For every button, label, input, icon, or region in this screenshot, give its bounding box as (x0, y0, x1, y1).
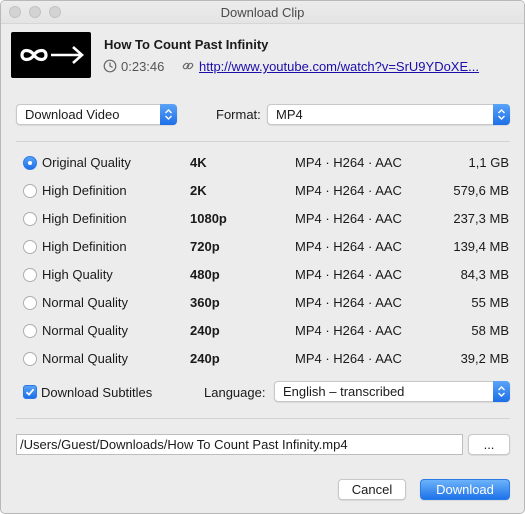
clip-title: How To Count Past Infinity (104, 37, 269, 52)
quality-size: 237,3 MB (453, 211, 509, 226)
quality-radio[interactable] (23, 212, 37, 226)
format-value: MP4 (276, 107, 303, 122)
quality-resolution: 480p (190, 267, 220, 282)
quality-resolution: 240p (190, 351, 220, 366)
quality-radio[interactable] (23, 268, 37, 282)
quality-size: 84,3 MB (460, 267, 509, 282)
download-mode-popup[interactable]: Download Video (16, 104, 177, 125)
download-button[interactable]: Download (420, 479, 510, 500)
quality-name: Normal Quality (42, 295, 128, 310)
download-subtitles-label[interactable]: Download Subtitles (41, 385, 152, 400)
quality-codec: MP4 · H264 · AAC (295, 239, 402, 254)
quality-codec: MP4 · H264 · AAC (295, 295, 402, 310)
quality-row[interactable]: Normal Quality 240p MP4 · H264 · AAC 58 … (1, 322, 524, 350)
quality-resolution: 2K (190, 183, 207, 198)
quality-resolution: 720p (190, 239, 220, 254)
separator (16, 141, 510, 142)
quality-radio[interactable] (23, 352, 37, 366)
save-path-value: /Users/Guest/Downloads/How To Count Past… (20, 437, 348, 452)
popup-arrows-icon (493, 104, 510, 125)
quality-codec: MP4 · H264 · AAC (295, 323, 402, 338)
quality-radio[interactable] (23, 296, 37, 310)
quality-codec: MP4 · H264 · AAC (295, 267, 402, 282)
popup-arrows-icon (160, 104, 177, 125)
infinity-arrow-icon (20, 46, 84, 64)
clip-duration: 0:23:46 (121, 59, 165, 74)
quality-resolution: 240p (190, 323, 220, 338)
quality-size: 58 MB (471, 323, 509, 338)
quality-size: 579,6 MB (453, 183, 509, 198)
quality-codec: MP4 · H264 · AAC (295, 183, 402, 198)
quality-row[interactable]: Original Quality 4K MP4 · H264 · AAC 1,1… (1, 154, 524, 182)
window-title: Download Clip (220, 5, 305, 20)
quality-size: 139,4 MB (453, 239, 509, 254)
quality-codec: MP4 · H264 · AAC (295, 351, 402, 366)
format-popup[interactable]: MP4 (267, 104, 510, 125)
download-mode-value: Download Video (25, 107, 120, 122)
quality-radio[interactable] (23, 324, 37, 338)
quality-name: High Quality (42, 267, 113, 282)
quality-row[interactable]: Normal Quality 240p MP4 · H264 · AAC 39,… (1, 350, 524, 378)
checkmark-icon (25, 388, 35, 396)
separator (16, 418, 510, 419)
save-path-field[interactable]: /Users/Guest/Downloads/How To Count Past… (16, 434, 463, 455)
language-value: English – transcribed (283, 384, 405, 399)
popup-arrows-icon (493, 381, 510, 402)
quality-resolution: 4K (190, 155, 207, 170)
quality-resolution: 1080p (190, 211, 227, 226)
quality-size: 39,2 MB (460, 351, 509, 366)
language-label: Language: (204, 385, 266, 400)
format-label: Format: (216, 107, 261, 122)
quality-name: High Definition (42, 211, 127, 226)
quality-resolution: 360p (190, 295, 220, 310)
download-subtitles-checkbox[interactable] (23, 385, 37, 399)
clock-icon (103, 59, 117, 73)
quality-row[interactable]: High Definition 720p MP4 · H264 · AAC 13… (1, 238, 524, 266)
clip-url-link[interactable]: http://www.youtube.com/watch?v=SrU9YDoXE… (199, 59, 499, 74)
clip-thumbnail (11, 32, 91, 78)
quality-size: 1,1 GB (468, 155, 509, 170)
quality-name: High Definition (42, 183, 127, 198)
quality-name: Original Quality (42, 155, 131, 170)
quality-radio[interactable] (23, 184, 37, 198)
quality-radio[interactable] (23, 156, 37, 170)
quality-codec: MP4 · H264 · AAC (295, 155, 402, 170)
quality-row[interactable]: High Definition 1080p MP4 · H264 · AAC 2… (1, 210, 524, 238)
download-clip-window: Download Clip How To Count Past Infinity… (0, 0, 525, 514)
quality-name: Normal Quality (42, 323, 128, 338)
title-bar: Download Clip (1, 1, 524, 24)
quality-row[interactable]: High Quality 480p MP4 · H264 · AAC 84,3 … (1, 266, 524, 294)
language-popup[interactable]: English – transcribed (274, 381, 510, 402)
quality-size: 55 MB (471, 295, 509, 310)
quality-name: Normal Quality (42, 351, 128, 366)
cancel-button[interactable]: Cancel (338, 479, 406, 500)
quality-codec: MP4 · H264 · AAC (295, 211, 402, 226)
quality-radio[interactable] (23, 240, 37, 254)
link-icon (182, 62, 194, 70)
quality-name: High Definition (42, 239, 127, 254)
quality-row[interactable]: High Definition 2K MP4 · H264 · AAC 579,… (1, 182, 524, 210)
quality-row[interactable]: Normal Quality 360p MP4 · H264 · AAC 55 … (1, 294, 524, 322)
browse-button[interactable]: ... (468, 434, 510, 455)
